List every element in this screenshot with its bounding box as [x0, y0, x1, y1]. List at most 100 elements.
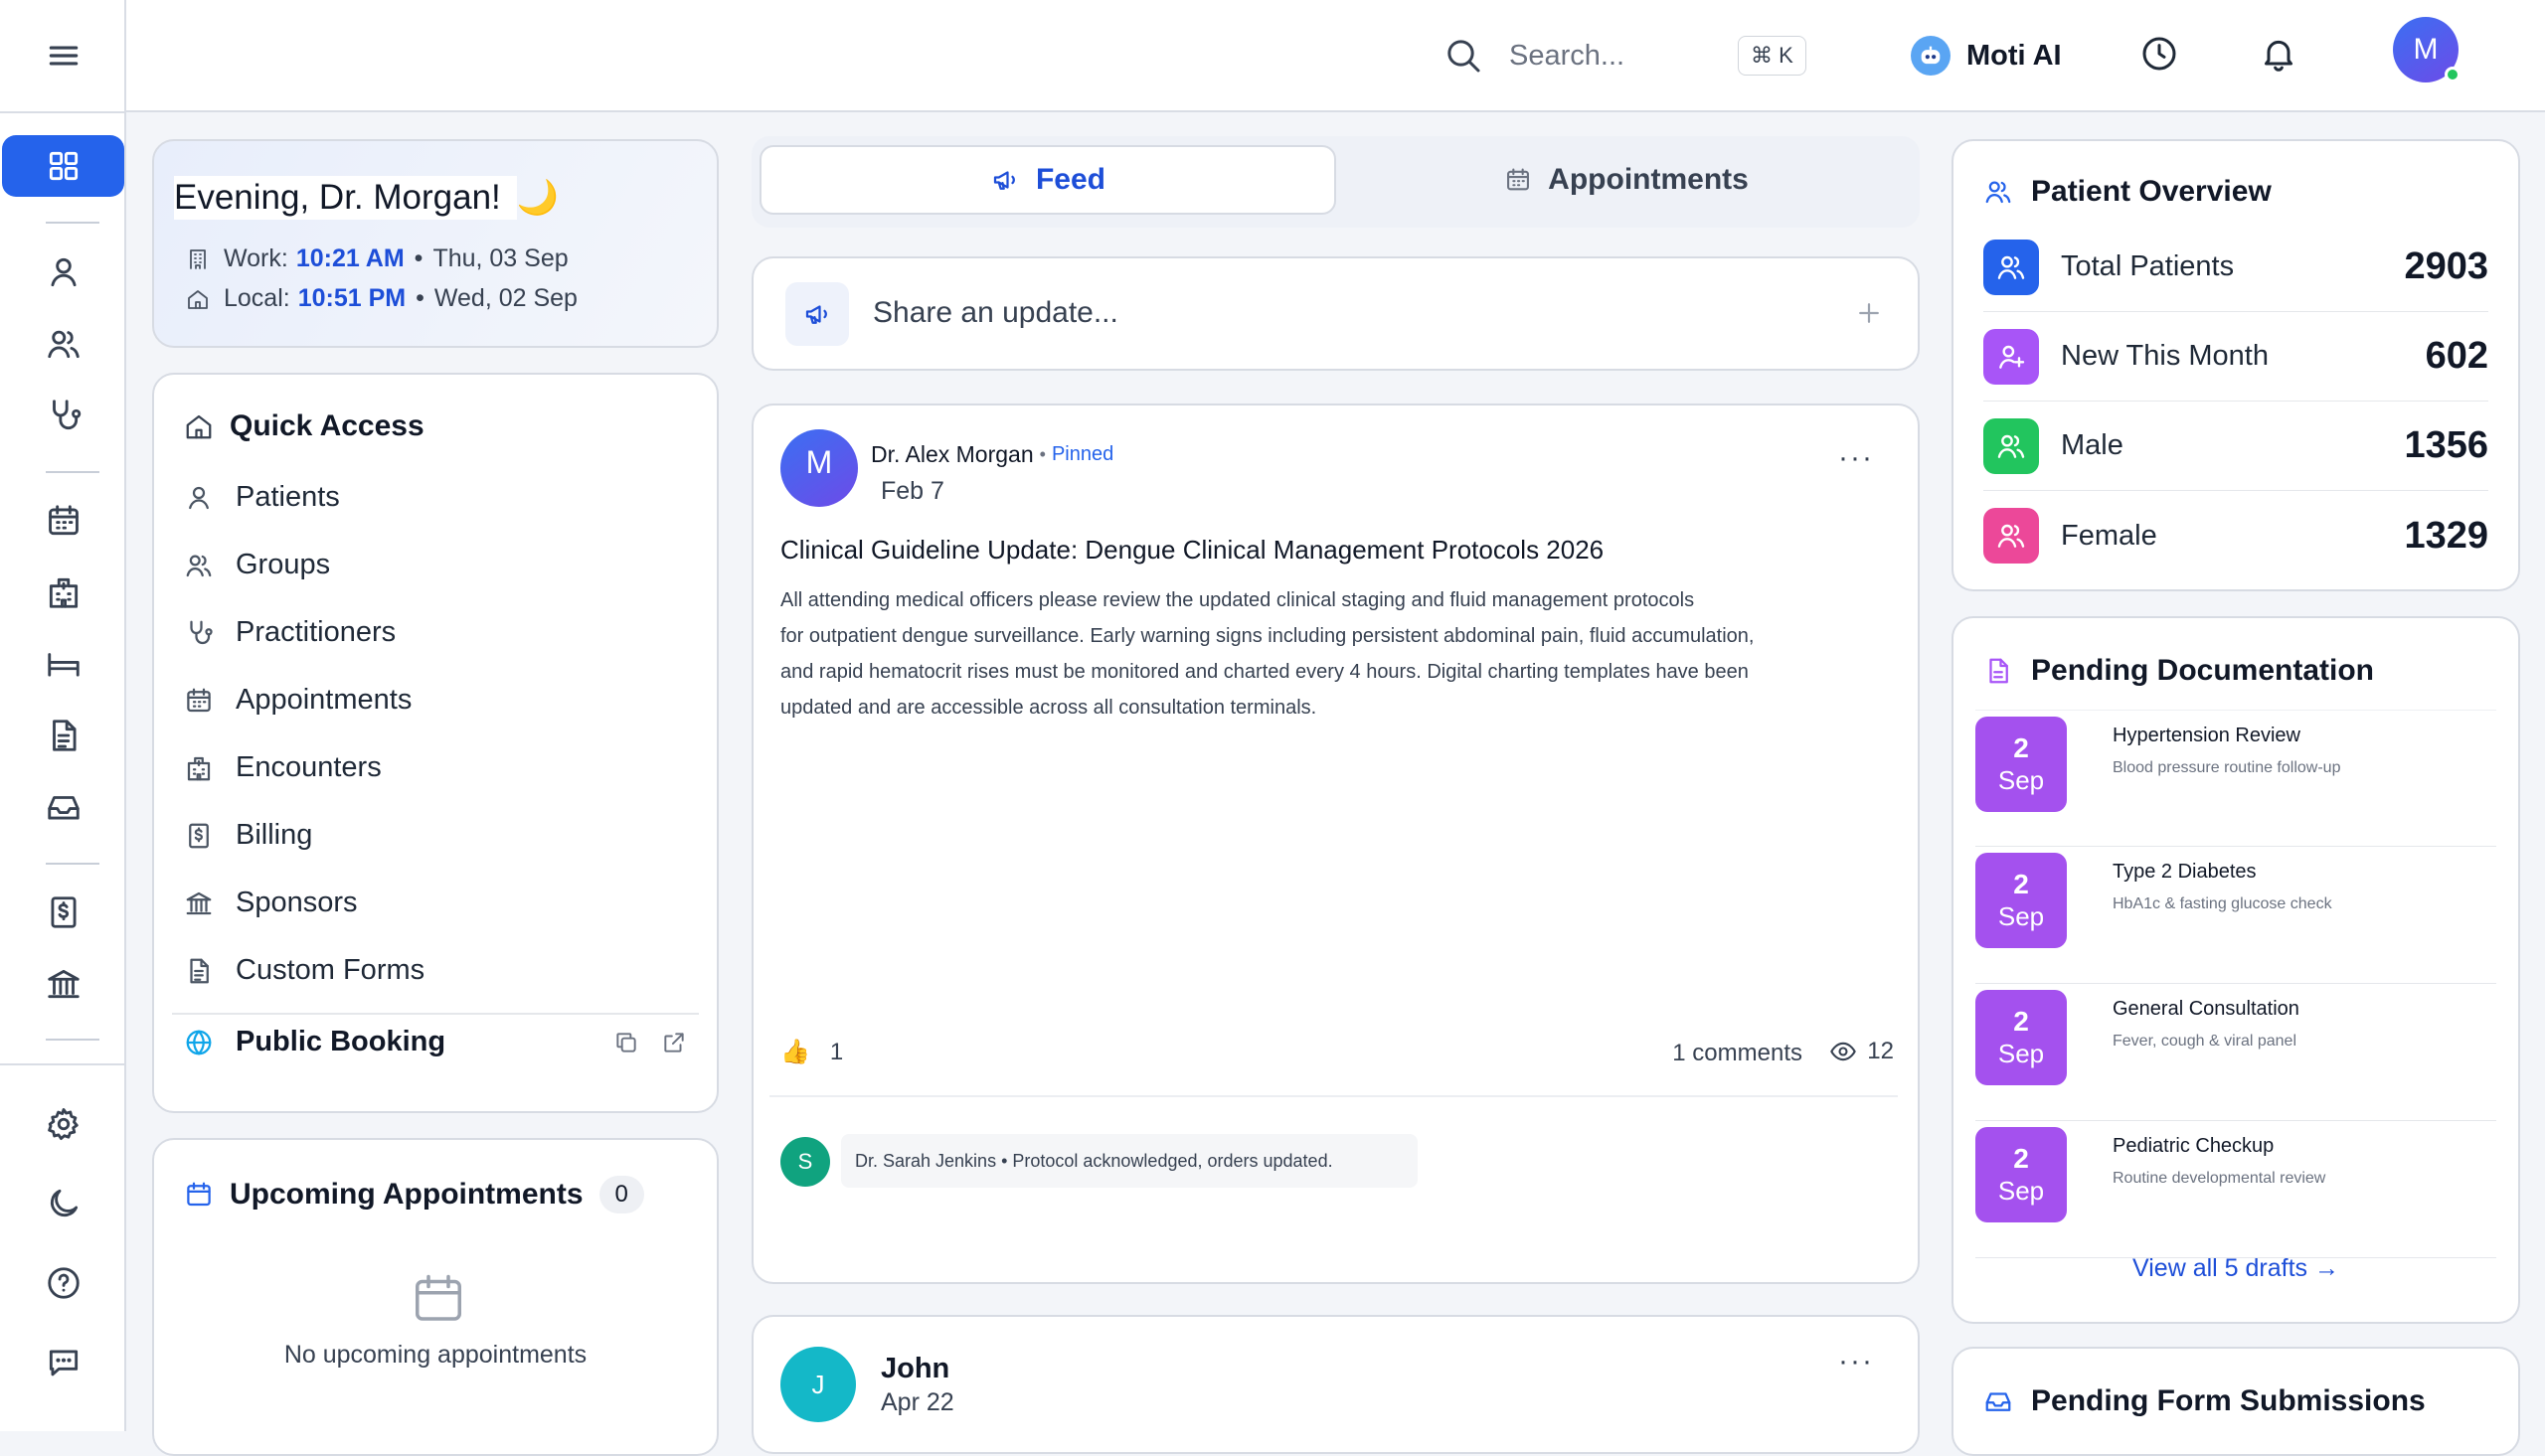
- stat-value: 2903: [2404, 245, 2488, 287]
- public-booking-link[interactable]: Public Booking: [184, 1026, 687, 1058]
- sidebar: [0, 0, 126, 1431]
- calendar-icon[interactable]: [0, 491, 126, 551]
- eye-icon: [1830, 1042, 1857, 1061]
- tab-feed[interactable]: Feed: [760, 145, 1336, 215]
- post-card-john: J John Apr 22 ···: [752, 1315, 1920, 1454]
- quick-access-label: Custom Forms: [236, 954, 425, 986]
- calendar-icon: [1507, 168, 1530, 191]
- comment-bubble: Dr. Sarah Jenkins • Protocol acknowledge…: [841, 1134, 1418, 1188]
- tab-appointments[interactable]: Appointments: [1338, 145, 1915, 215]
- dollar-receipt-icon[interactable]: [0, 883, 126, 942]
- quick-access-sponsors[interactable]: Sponsors: [184, 887, 358, 919]
- search-icon: [1443, 36, 1483, 76]
- file-text-icon[interactable]: [0, 706, 126, 765]
- search-bar[interactable]: Search... ⌘ K: [1443, 30, 1806, 81]
- more-options-icon[interactable]: ···: [1838, 1345, 1874, 1378]
- quick-access-encounters[interactable]: Encounters: [184, 751, 382, 784]
- pending-forms-header: Pending Form Submissions: [1983, 1384, 2426, 1418]
- post-author-avatar[interactable]: J: [780, 1347, 856, 1422]
- notification-bell-icon[interactable]: [2259, 34, 2298, 74]
- pending-doc-item[interactable]: 2 Sep Hypertension Review Blood pressure r…: [1975, 710, 2496, 847]
- doc-day: 2: [2013, 732, 2029, 763]
- quick-access-custom-forms[interactable]: Custom Forms: [184, 954, 424, 987]
- like-count: 1: [829, 1038, 844, 1065]
- building-icon: [190, 248, 206, 269]
- upcoming-count-badge: 0: [598, 1176, 644, 1213]
- quick-access-label: Billing: [236, 819, 313, 851]
- history-clock-icon[interactable]: [2139, 34, 2179, 74]
- stat-male[interactable]: Male 1356: [1983, 402, 2488, 491]
- post-author-name[interactable]: John: [881, 1353, 949, 1385]
- doc-date-badge: 2 Sep: [1975, 1127, 2067, 1222]
- quick-access-groups[interactable]: Groups: [184, 549, 330, 581]
- quick-access-billing[interactable]: Billing: [184, 819, 312, 852]
- post-body-line: for outpatient dengue surveillance. Earl…: [780, 625, 1755, 647]
- moon-icon[interactable]: [0, 1174, 126, 1233]
- plus-icon[interactable]: [1854, 298, 1884, 328]
- megaphone-icon: [993, 171, 1015, 190]
- like-button[interactable]: 👍 1: [780, 1038, 843, 1066]
- work-label: Work:: [224, 244, 288, 272]
- bed-icon[interactable]: [0, 634, 126, 694]
- external-link-icon[interactable]: [661, 1030, 687, 1055]
- doc-month: Sep: [1997, 765, 2045, 795]
- bank-icon[interactable]: [0, 954, 126, 1014]
- comments-count-link[interactable]: 1 comments: [1672, 1040, 1802, 1067]
- post-date: Apr 22: [881, 1388, 954, 1416]
- quick-access-title: Quick Access: [230, 409, 424, 442]
- commenter-avatar[interactable]: S: [780, 1137, 830, 1187]
- post-author-name[interactable]: Dr. Alex Morgan: [871, 441, 1034, 468]
- quick-access-label: Patients: [236, 481, 340, 513]
- user-icon[interactable]: [0, 243, 126, 302]
- doc-subtitle: HbA1c & fasting glucose check: [2113, 895, 2332, 912]
- stethoscope-icon: [190, 620, 213, 644]
- help-circle-icon[interactable]: [0, 1253, 126, 1313]
- dashboard-icon[interactable]: [2, 135, 124, 197]
- quick-access-header: Quick Access: [184, 409, 424, 443]
- users-icon[interactable]: [0, 314, 126, 374]
- stat-label: New This Month: [2061, 340, 2269, 372]
- share-update-box[interactable]: Share an update...: [752, 256, 1920, 371]
- moti-ai-button[interactable]: Moti AI: [1911, 32, 2062, 80]
- doc-subtitle: Blood pressure routine follow-up: [2113, 759, 2341, 776]
- stat-female[interactable]: Female 1329: [1983, 491, 2488, 580]
- inbox-icon[interactable]: [0, 777, 126, 837]
- avatar-initial: M: [2413, 33, 2439, 66]
- post-body: All attending medical officers please re…: [780, 582, 1754, 726]
- stethoscope-icon[interactable]: [0, 386, 126, 445]
- hospital-icon[interactable]: [0, 563, 126, 622]
- post-author-avatar[interactable]: M: [780, 429, 858, 507]
- view-all-drafts-link[interactable]: View all 5 drafts →: [1953, 1254, 2518, 1283]
- menu-icon[interactable]: [0, 26, 126, 85]
- pending-doc-item[interactable]: 2 Sep Pediatric Checkup Routine developmen…: [1975, 1121, 2496, 1258]
- divider: [769, 1095, 1898, 1097]
- pending-doc-item[interactable]: 2 Sep General Consultation Fever, cough & …: [1975, 984, 2496, 1121]
- share-update-input[interactable]: Share an update...: [873, 296, 1118, 330]
- user-icon: [189, 486, 209, 509]
- quick-access-label: Practitioners: [236, 616, 397, 648]
- file-text-icon: [1989, 658, 2008, 684]
- quick-access-label: Groups: [236, 549, 331, 580]
- moti-ai-label: Moti AI: [1966, 39, 2062, 72]
- quick-access-appointments[interactable]: Appointments: [184, 684, 412, 717]
- user-plus-icon: [1983, 328, 2039, 385]
- pending-doc-item[interactable]: 2 Sep Type 2 Diabetes HbA1c & fasting gluc…: [1975, 847, 2496, 984]
- stat-new-this-month[interactable]: New This Month 602: [1983, 312, 2488, 402]
- copy-icon[interactable]: [613, 1030, 639, 1055]
- more-options-icon[interactable]: ···: [1838, 441, 1874, 475]
- doc-month: Sep: [1997, 1176, 2045, 1206]
- inbox-icon: [1985, 1392, 2011, 1411]
- separator-dot: •: [1039, 444, 1046, 464]
- quick-access-practitioners[interactable]: Practitioners: [184, 616, 396, 649]
- avatar-initial: M: [805, 443, 833, 480]
- greeting-title: Evening, Dr. Morgan!: [174, 176, 517, 220]
- settings-gear-icon[interactable]: [0, 1094, 126, 1154]
- users-icon: [1983, 239, 2039, 295]
- chat-icon[interactable]: [0, 1333, 126, 1392]
- quick-access-patients[interactable]: Patients: [184, 481, 340, 514]
- pinned-badge: Pinned: [1051, 443, 1114, 465]
- search-input[interactable]: Search...: [1509, 40, 1758, 73]
- globe-icon: [186, 1030, 212, 1054]
- stat-total-patients[interactable]: Total Patients 2903: [1983, 223, 2488, 312]
- avatar-initial: J: [811, 1369, 825, 1399]
